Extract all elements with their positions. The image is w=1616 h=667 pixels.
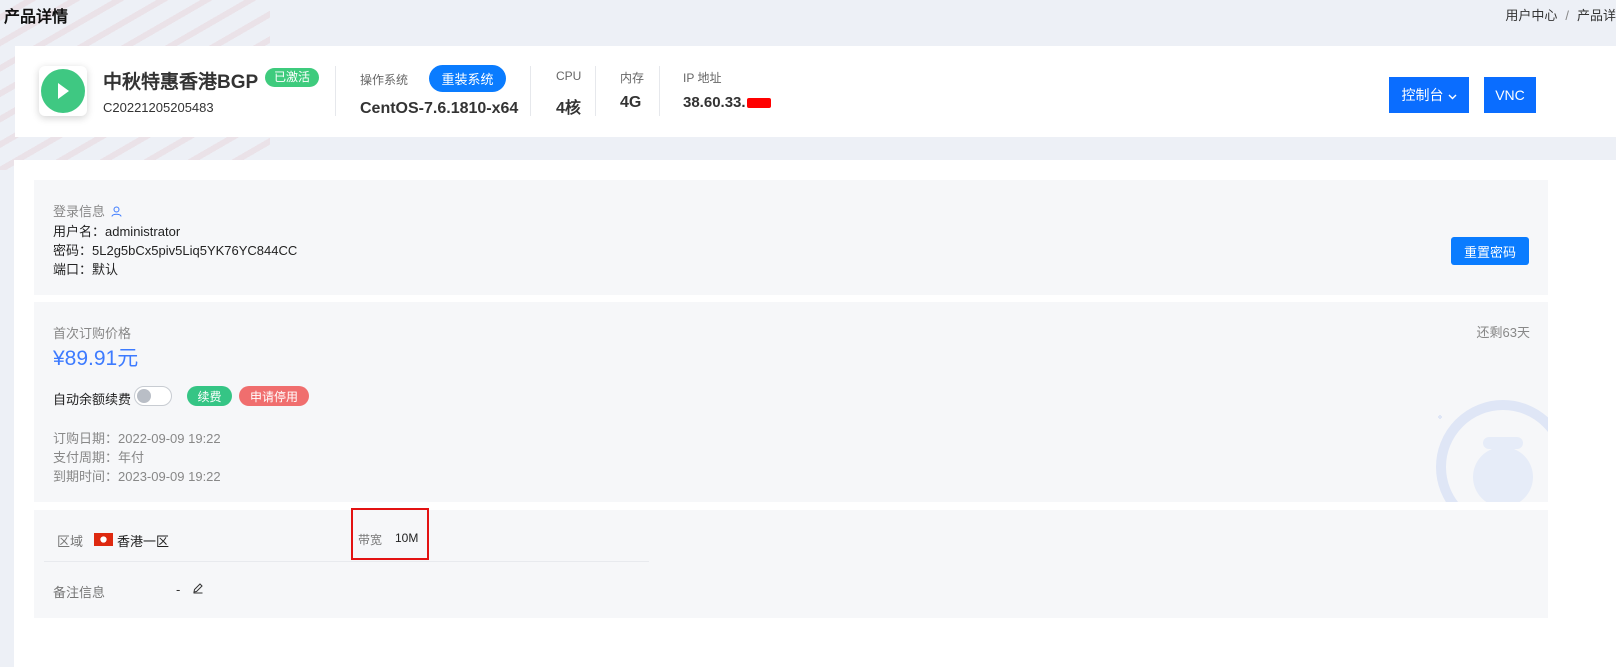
os-label: 操作系统 <box>360 73 409 87</box>
cpu-value: 4核 <box>556 100 581 117</box>
ip-address: 38.60.33. <box>683 94 771 111</box>
user-icon <box>109 204 122 219</box>
console-button-label: 控制台 <box>1401 87 1444 103</box>
price-value: ¥89.91元 <box>53 347 139 370</box>
page-title: 产品详情 <box>4 9 69 26</box>
renew-button[interactable]: 续费 <box>187 386 232 406</box>
price-label: 首次订购价格 <box>53 326 132 341</box>
bandwidth-highlight-box: 带宽 10M <box>351 508 429 560</box>
region-value: 香港一区 <box>117 534 170 549</box>
row-divider <box>44 561 649 562</box>
os-value: CentOS-7.6.1810-x64 <box>360 100 519 117</box>
login-info-label: 登录信息 <box>53 204 106 219</box>
breadcrumb-separator: / <box>1565 8 1569 23</box>
ip-label: IP 地址 <box>683 71 722 85</box>
password-label: 密码： <box>53 243 93 258</box>
ip-value: 38.60.33. <box>683 94 746 111</box>
billing-section: 首次订购价格 ¥89.91元 还剩63天 自动余额续费 续费 申请停用 订购日期… <box>34 302 1548 502</box>
remaining-days: 还剩63天 <box>1476 325 1530 340</box>
port-value: 默认 <box>92 262 119 277</box>
status-badge: 已激活 <box>265 68 320 87</box>
username-value: administrator <box>105 224 181 239</box>
main-panel: 登录信息 用户名：administrator 密码：5L2g5bCx5piv5L… <box>14 160 1616 667</box>
money-bag-watermark-icon <box>1428 397 1548 502</box>
auto-renew-label: 自动余额续费 <box>53 392 132 407</box>
note-label: 备注信息 <box>53 585 106 600</box>
breadcrumb-current: 产品详 <box>1576 8 1616 23</box>
order-date: 订购日期：2022-09-09 19:22 <box>53 431 221 446</box>
reinstall-os-button[interactable]: 重装系统 <box>429 65 506 92</box>
username-label: 用户名： <box>53 224 106 239</box>
memory-value: 4G <box>620 94 642 111</box>
extra-info-section: 区域 香港一区 带宽 10M 备注信息 - <box>34 508 1548 618</box>
cpu-label: CPU <box>556 69 582 83</box>
port-label: 端口： <box>53 262 93 277</box>
redaction-mark <box>746 98 771 109</box>
edit-icon[interactable] <box>192 582 206 596</box>
breadcrumb-user-center[interactable]: 用户中心 <box>1505 8 1557 23</box>
login-info-section: 登录信息 用户名：administrator 密码：5L2g5bCx5piv5L… <box>34 180 1548 295</box>
divider <box>659 66 660 116</box>
request-stop-button[interactable]: 申请停用 <box>239 386 309 406</box>
password-value: 5L2g5bCx5piv5Liq5YK76YC844CC <box>92 243 298 258</box>
divider <box>530 66 531 116</box>
note-value: - <box>176 582 181 597</box>
product-header-card: 中秋特惠香港BGP 已激活 C20221205205483 操作系统 重装系统 … <box>15 46 1616 137</box>
region-label: 区域 <box>57 534 84 549</box>
login-info-title: 登录信息 <box>53 201 122 220</box>
port-row: 端口：默认 <box>53 259 118 278</box>
divider <box>595 66 596 116</box>
bandwidth-value: 10M <box>395 531 419 545</box>
username-row: 用户名：administrator <box>53 221 180 240</box>
product-name: 中秋特惠香港BGP <box>103 72 259 93</box>
chevron-down-icon <box>1448 87 1457 103</box>
password-row: 密码：5L2g5bCx5piv5Liq5YK76YC844CC <box>53 240 297 259</box>
product-icon <box>39 66 87 116</box>
pay-cycle: 支付周期：年付 <box>53 450 145 465</box>
auto-renew-toggle[interactable] <box>134 386 172 406</box>
reset-password-button[interactable]: 重置密码 <box>1451 237 1529 265</box>
vnc-button[interactable]: VNC <box>1484 77 1536 113</box>
hong-kong-flag-icon <box>94 533 113 546</box>
divider <box>335 66 336 116</box>
memory-label: 内存 <box>620 71 645 85</box>
product-id: C20221205205483 <box>103 100 214 115</box>
toggle-knob <box>137 389 151 403</box>
play-icon <box>41 69 85 113</box>
breadcrumb: 用户中心 / 产品详 <box>1505 5 1616 24</box>
expire-time: 到期时间：2023-09-09 19:22 <box>53 469 221 484</box>
console-button[interactable]: 控制台 <box>1389 77 1469 113</box>
bandwidth-label: 带宽 <box>358 533 383 547</box>
